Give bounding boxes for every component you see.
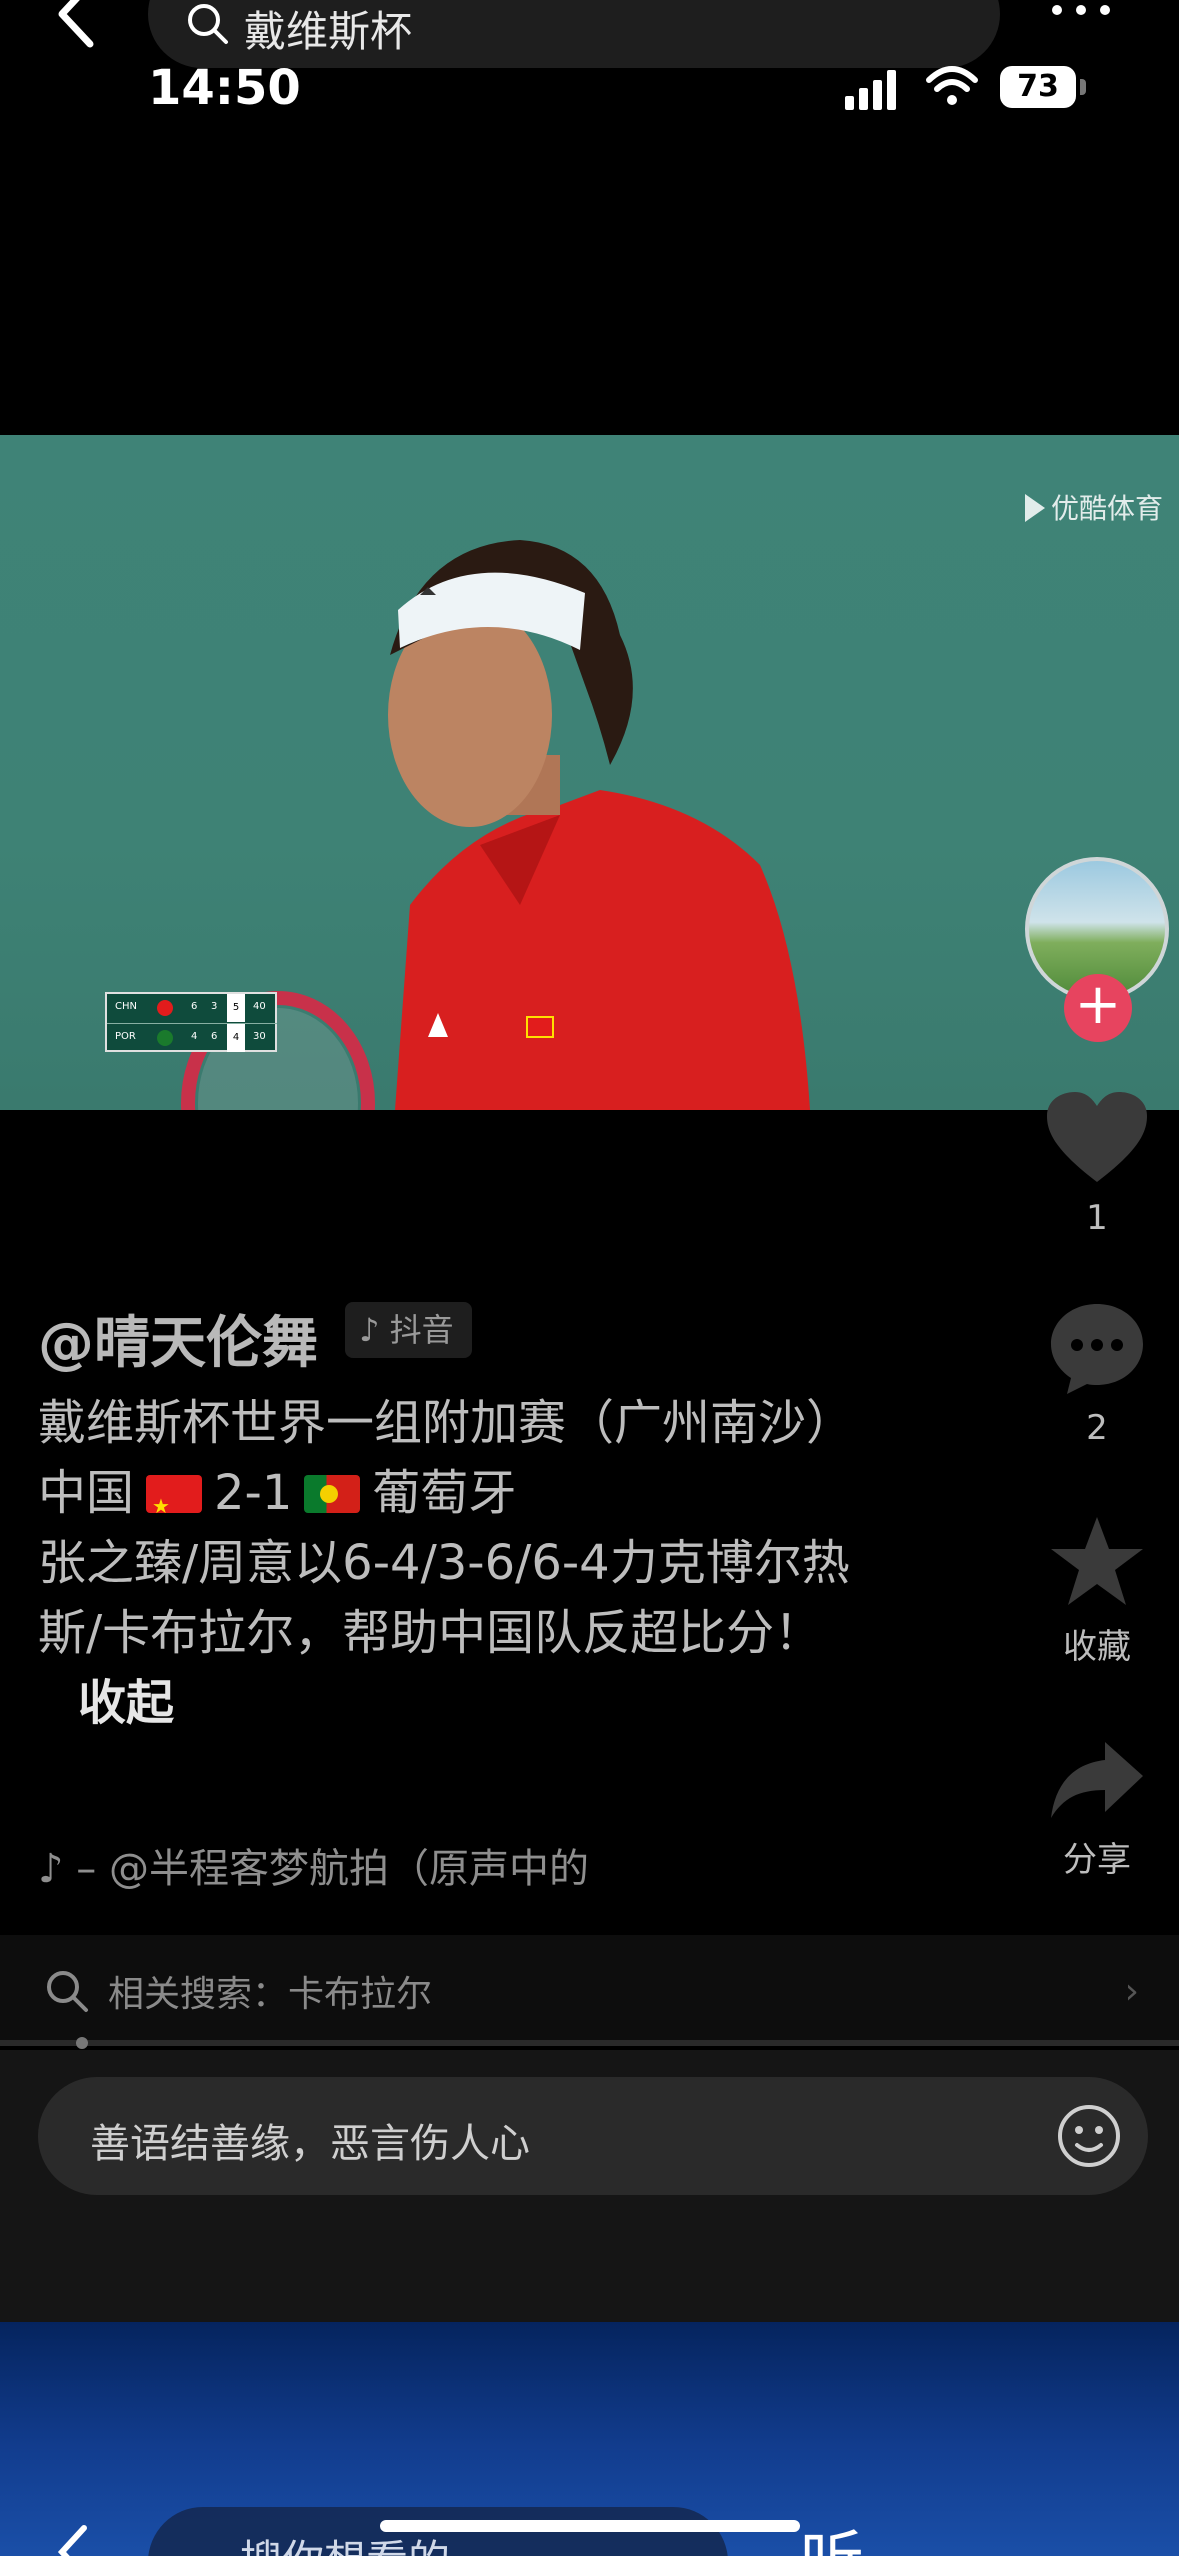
music-note-icon: ♪ [38, 1846, 64, 1892]
caption-detail: 张之臻/周意以6-4/3-6/6-4力克博尔热斯/卡布拉尔，帮助中国队反超比分！… [38, 1528, 898, 1738]
related-search-label: 相关搜索：卡布拉尔 [108, 1974, 433, 2015]
comment-input[interactable]: 善语结善缘，恶言伤人心 [38, 2077, 1148, 2195]
share-arrow-icon [1051, 1742, 1143, 1818]
related-search-bar[interactable]: 相关搜索：卡布拉尔 › [0, 1935, 1179, 2045]
share-label: 分享 [1063, 1840, 1131, 1880]
cellular-signal-icon [845, 70, 896, 110]
game-points: 40 [253, 1001, 266, 1012]
douyin-icon: ♪ [359, 1311, 380, 1349]
scoreboard-row: CHN 6 3 5 40 [107, 994, 277, 1022]
platform-label: 抖音 [389, 1311, 454, 1349]
favorite-button[interactable]: 收藏 [1022, 1515, 1172, 1668]
back-arrow-icon[interactable] [50, 0, 110, 50]
caption-line: 戴维斯杯世界一组附加赛（广州南沙） [38, 1395, 855, 1451]
home-indicator [380, 2520, 800, 2532]
back-arrow-icon[interactable] [48, 2522, 98, 2556]
away-team: 葡萄牙 [372, 1465, 517, 1521]
set-score-current: 5 [227, 994, 245, 1022]
author-name[interactable]: @晴天伦舞 [38, 1298, 318, 1379]
caption-score-line: 中国 2-1 葡萄牙 [38, 1458, 898, 1528]
collapse-button[interactable]: 收起 [78, 1675, 174, 1731]
music-title: – @半程客梦航拍（原声中的 [76, 1846, 589, 1892]
battery-indicator: 73 [1000, 66, 1086, 108]
scoreboard: CHN 6 3 5 40 POR 4 6 4 30 [105, 992, 277, 1052]
set-score: 4 [191, 1031, 198, 1042]
platform-badge: ♪ 抖音 [345, 1302, 472, 1358]
status-time: 14:50 [148, 60, 301, 116]
game-points: 30 [253, 1031, 266, 1042]
music-ticker[interactable]: ♪ – @半程客梦航拍（原声中的 [38, 1836, 638, 1894]
china-flag-icon [157, 1000, 173, 1016]
set-score: 3 [211, 1001, 218, 1012]
more-options-icon[interactable] [1052, 0, 1132, 20]
portugal-flag-icon [157, 1030, 173, 1046]
team-code: CHN [115, 1001, 137, 1012]
share-button[interactable]: 分享 [1022, 1740, 1172, 1881]
set-score: 6 [211, 1031, 218, 1042]
video-progress-bar[interactable] [0, 2037, 1179, 2049]
chevron-right-icon: › [1124, 1971, 1139, 2012]
scoreboard-row: POR 4 6 4 30 [107, 1023, 277, 1052]
next-screen-preview: 搜你想看的 听 [0, 2322, 1179, 2556]
favorite-label: 收藏 [1063, 1627, 1131, 1667]
search-icon [188, 4, 228, 44]
listen-button[interactable]: 听 [800, 2510, 864, 2556]
follow-plus-icon[interactable]: + [1064, 974, 1132, 1042]
like-button[interactable]: 1 [1022, 1090, 1172, 1238]
team-code: POR [115, 1031, 136, 1042]
emoji-icon[interactable] [1056, 2103, 1122, 2169]
wifi-icon [926, 66, 978, 105]
portugal-flag-icon [304, 1475, 361, 1513]
set-score: 6 [191, 1001, 198, 1012]
comment-input-area: 善语结善缘，恶言伤人心 [0, 2050, 1179, 2322]
post-caption: 戴维斯杯世界一组附加赛（广州南沙） 中国 2-1 葡萄牙 张之臻/周意以6-4/3-… [38, 1388, 898, 1738]
heart-icon [1047, 1092, 1147, 1182]
caption-line: 张之臻/周意以6-4/3-6/6-4力克博尔热斯/卡布拉尔，帮助中国队反超比分！ [38, 1535, 850, 1661]
watermark-text: 优酷体育 [1050, 492, 1163, 525]
home-team: 中国 [38, 1465, 135, 1521]
comment-count: 2 [1086, 1408, 1108, 1448]
search-query: 戴维斯杯 [244, 7, 413, 56]
set-score-current: 4 [227, 1024, 245, 1052]
star-icon [1051, 1517, 1143, 1605]
comment-button[interactable]: 2 [1022, 1300, 1172, 1448]
match-score: 2-1 [214, 1465, 293, 1521]
comment-bubble-icon [1051, 1304, 1143, 1394]
search-input[interactable]: 戴维斯杯 [148, 0, 1000, 68]
video-watermark: 优酷体育 [1024, 487, 1163, 527]
like-count: 1 [1086, 1198, 1108, 1238]
search-icon [47, 1971, 88, 2012]
china-flag-icon [146, 1475, 203, 1513]
video-player[interactable]: 优酷体育 CHN 6 3 5 40 POR 4 6 4 30 [0, 435, 1179, 1110]
comment-placeholder: 善语结善缘，恶言伤人心 [90, 2121, 530, 2167]
progress-handle[interactable] [76, 2037, 88, 2049]
